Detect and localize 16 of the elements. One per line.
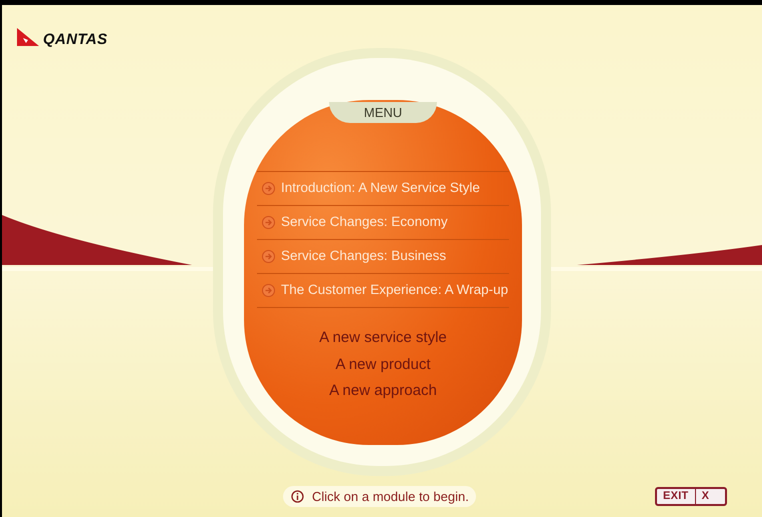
arrow-circle-icon xyxy=(262,284,275,297)
info-icon xyxy=(291,490,304,503)
arrow-circle-icon xyxy=(262,216,275,229)
arrow-circle-icon xyxy=(262,182,275,195)
tagline-text: A new approach xyxy=(329,381,437,401)
arrow-circle-icon xyxy=(262,250,275,263)
tagline-text: A new service style xyxy=(319,328,447,348)
tagline-text: A new product xyxy=(335,354,431,374)
logo-text: QANTAS xyxy=(43,30,108,50)
menu-item[interactable]: Introduction: A New Service Style xyxy=(257,172,509,206)
menu-title: MENU xyxy=(329,102,437,123)
exit-button[interactable]: EXIT X xyxy=(655,487,727,506)
menu-item[interactable]: Service Changes: Business xyxy=(257,240,509,274)
hint-text: Click on a module to begin. xyxy=(312,488,469,506)
menu-item[interactable]: Service Changes: Economy xyxy=(257,206,509,240)
menu-item[interactable]: The Customer Experience: A Wrap-up xyxy=(257,274,509,308)
